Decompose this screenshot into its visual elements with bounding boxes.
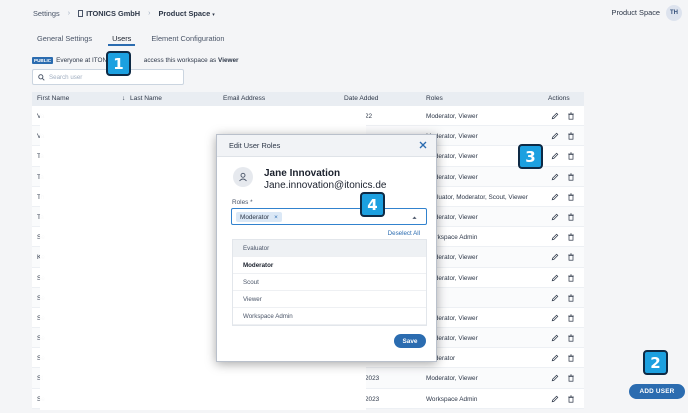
top-bar: Settings › ITONICS GmbH › Product Space … (0, 0, 688, 26)
tab-general-settings[interactable]: General Settings (33, 30, 96, 46)
table-header: First Name ↓ Last Name Email Address Dat… (32, 92, 584, 106)
cell-roles: Moderator, Viewer (426, 375, 478, 383)
avatar[interactable]: TH (666, 5, 682, 21)
edit-pencil-icon[interactable] (550, 151, 560, 161)
column-actions: Actions (548, 95, 570, 102)
callout-3: 3 (518, 144, 543, 169)
edit-pencil-icon[interactable] (550, 212, 560, 222)
public-role: Viewer (218, 57, 239, 64)
delete-trash-icon[interactable] (566, 192, 576, 202)
edit-user-roles-modal: Edit User Roles Jane Innovation Jane.inn… (216, 134, 437, 362)
close-icon[interactable] (418, 140, 430, 152)
delete-trash-icon[interactable] (566, 232, 576, 242)
public-access-info: PUBLIC Everyone at ITONICS access this w… (32, 57, 239, 64)
user-email: Jane.innovation@itonics.de (264, 180, 387, 191)
column-last-name[interactable]: Last Name (130, 95, 162, 102)
edit-pencil-icon[interactable] (550, 131, 560, 141)
edit-pencil-icon[interactable] (550, 273, 560, 283)
breadcrumb-org[interactable]: ITONICS GmbH (78, 9, 140, 18)
cell-roles: Moderator, Viewer (426, 113, 478, 120)
edit-pencil-icon[interactable] (550, 373, 560, 383)
add-user-button[interactable]: ADD USER (629, 384, 685, 399)
workspace-name: Product Space (611, 8, 660, 17)
option-viewer[interactable]: Viewer (233, 291, 426, 308)
edit-pencil-icon[interactable] (550, 293, 560, 303)
column-date-added[interactable]: Date Added (344, 95, 378, 102)
cell-date-added: 2023 (365, 375, 380, 383)
document-icon (78, 9, 84, 17)
roles-multiselect[interactable]: Moderator × (231, 208, 427, 225)
roles-label: Roles * (232, 199, 253, 206)
delete-trash-icon[interactable] (566, 111, 576, 121)
cell-date-added: 2023 (365, 395, 380, 403)
edit-pencil-icon[interactable] (550, 333, 560, 343)
delete-trash-icon[interactable] (566, 373, 576, 383)
settings-tabs: General Settings Users Element Configura… (33, 30, 241, 48)
modal-title: Edit User Roles (229, 141, 281, 150)
breadcrumb-chevron-icon: › (148, 9, 151, 17)
role-chip-label: Moderator (240, 213, 270, 221)
breadcrumb-chevron-icon: › (67, 9, 71, 17)
modal-header: Edit User Roles (217, 135, 436, 157)
breadcrumb-space-label: Product Space (158, 8, 211, 18)
tab-element-configuration[interactable]: Element Configuration (147, 30, 228, 46)
edit-pencil-icon[interactable] (550, 232, 560, 242)
caret-up-icon[interactable] (411, 214, 418, 221)
delete-trash-icon[interactable] (566, 212, 576, 222)
delete-trash-icon[interactable] (566, 151, 576, 161)
delete-trash-icon[interactable] (566, 131, 576, 141)
caret-down-icon: ▾ (212, 11, 215, 18)
callout-2: 2 (643, 350, 668, 375)
delete-trash-icon[interactable] (566, 313, 576, 323)
edit-pencil-icon[interactable] (550, 111, 560, 121)
save-button[interactable]: Save (394, 334, 426, 348)
delete-trash-icon[interactable] (566, 273, 576, 283)
option-scout[interactable]: Scout (233, 274, 426, 291)
delete-trash-icon[interactable] (566, 353, 576, 363)
roles-options-list: Evaluator Moderator Scout Viewer Workspa… (232, 239, 427, 326)
tab-users[interactable]: Users (108, 30, 136, 46)
sort-arrow-icon[interactable]: ↓ (122, 95, 125, 102)
breadcrumb-org-label: ITONICS GmbH (86, 8, 141, 18)
callout-4: 4 (360, 192, 385, 217)
edit-pencil-icon[interactable] (550, 192, 560, 202)
remove-chip-icon[interactable]: × (274, 214, 278, 221)
column-first-name[interactable]: First Name (37, 95, 69, 102)
edit-pencil-icon[interactable] (550, 394, 560, 404)
option-evaluator[interactable]: Evaluator (233, 240, 426, 257)
user-icon (233, 167, 253, 187)
delete-trash-icon[interactable] (566, 252, 576, 262)
cell-date-added: 22 (365, 113, 373, 120)
cell-roles: Evaluator, Moderator, Scout, Viewer (426, 193, 528, 201)
edit-pencil-icon[interactable] (550, 353, 560, 363)
search-icon (38, 73, 45, 81)
option-workspace-admin[interactable]: Workspace Admin (233, 308, 426, 325)
breadcrumb-settings[interactable]: Settings (33, 9, 60, 18)
deselect-all-link[interactable]: Deselect All (388, 230, 420, 237)
user-name: Jane Innovation (264, 168, 341, 179)
public-text-after: access this workspace as (143, 57, 217, 64)
column-roles: Roles (426, 95, 443, 102)
edit-pencil-icon[interactable] (550, 313, 560, 323)
delete-trash-icon[interactable] (566, 333, 576, 343)
delete-trash-icon[interactable] (566, 293, 576, 303)
edit-pencil-icon[interactable] (550, 172, 560, 182)
edit-pencil-icon[interactable] (550, 252, 560, 262)
callout-1: 1 (106, 51, 131, 76)
breadcrumb-space[interactable]: Product Space ▾ (158, 9, 214, 18)
column-email[interactable]: Email Address (223, 95, 265, 102)
option-moderator[interactable]: Moderator (233, 257, 426, 274)
role-chip-moderator: Moderator × (236, 212, 282, 222)
delete-trash-icon[interactable] (566, 394, 576, 404)
delete-trash-icon[interactable] (566, 172, 576, 182)
cell-roles: Workspace Admin (426, 395, 478, 403)
public-badge: PUBLIC (32, 57, 54, 64)
